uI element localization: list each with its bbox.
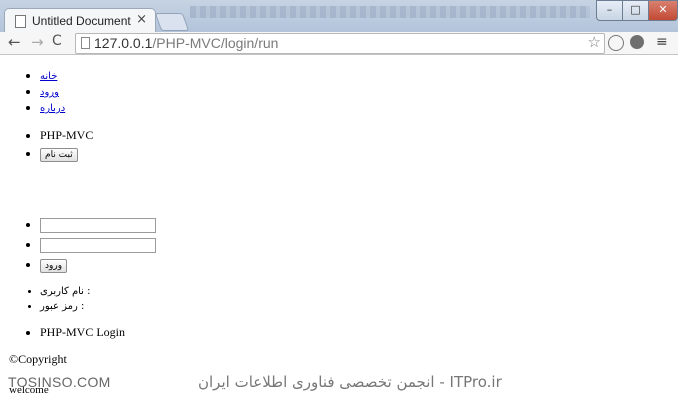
url-path: /PHP-MVC/login/run: [152, 35, 279, 51]
register-item: ثبت نام: [40, 144, 93, 162]
new-tab-button[interactable]: [154, 13, 190, 31]
username-label: نام کاربری :: [40, 284, 91, 299]
close-window-button[interactable]: ✕: [648, 0, 678, 21]
address-bar[interactable]: 127.0.0.1/PHP-MVC/login/run ☆: [75, 33, 605, 54]
password-input[interactable]: [40, 237, 156, 253]
field-labels: نام کاربری : رمز عبور :: [0, 284, 91, 314]
tab-close-icon[interactable]: ×: [136, 12, 147, 27]
url-host: 127.0.0.1: [94, 35, 153, 51]
login-form: ورود: [0, 214, 156, 274]
page-icon: [15, 15, 26, 28]
bookmark-star-icon[interactable]: ☆: [588, 33, 601, 51]
nav-item-home: خانه: [40, 68, 65, 84]
password-label: رمز عبور :: [40, 299, 91, 314]
back-arrow-icon[interactable]: ←: [8, 33, 21, 51]
login-title: PHP-MVC Login: [40, 325, 125, 340]
browser-toolbar: ← → C 127.0.0.1/PHP-MVC/login/run ☆ ≡: [0, 32, 678, 55]
blurred-background-text: [190, 6, 590, 18]
maximize-button[interactable]: □: [622, 0, 649, 21]
page-content: خانه ورود درباره PHP-MVC ثبت نام ورود نا…: [0, 56, 678, 404]
copyright: ©Copyright: [9, 352, 67, 366]
nav-item-about: درباره: [40, 100, 65, 116]
nav-link-home[interactable]: خانه: [40, 71, 57, 82]
browser-titlebar: Untitled Document × – □ ✕: [0, 0, 678, 33]
minimize-button[interactable]: –: [596, 0, 623, 21]
login-title-list: PHP-MVC Login: [0, 325, 125, 340]
watermark-right: ITPro.ir - انجمن تخصصی فناوری اطلاعات ای…: [198, 373, 502, 391]
nav-link-about[interactable]: درباره: [40, 103, 65, 114]
login-item: ورود: [40, 254, 156, 274]
watermark-left: TOSINSO.COM: [8, 374, 111, 390]
password-item: [40, 234, 156, 254]
nav-link-login[interactable]: ورود: [40, 87, 59, 98]
brand-list: PHP-MVC ثبت نام: [0, 126, 93, 162]
reload-icon[interactable]: C: [52, 33, 62, 49]
browser-tab[interactable]: Untitled Document ×: [4, 8, 156, 33]
extension-icon[interactable]: [630, 35, 644, 49]
globe-icon[interactable]: [608, 35, 624, 51]
username-input[interactable]: [40, 217, 156, 233]
brand-title: PHP-MVC: [40, 126, 93, 144]
page-icon: [81, 37, 90, 49]
tab-title: Untitled Document: [32, 14, 131, 28]
menu-icon[interactable]: ≡: [656, 34, 668, 50]
url-text: 127.0.0.1/PHP-MVC/login/run: [94, 35, 278, 51]
login-button[interactable]: ورود: [40, 259, 68, 273]
nav-menu: خانه ورود درباره: [0, 68, 65, 116]
register-button[interactable]: ثبت نام: [40, 148, 78, 162]
forward-arrow-icon[interactable]: →: [31, 33, 44, 51]
username-item: [40, 214, 156, 234]
nav-item-login: ورود: [40, 84, 65, 100]
